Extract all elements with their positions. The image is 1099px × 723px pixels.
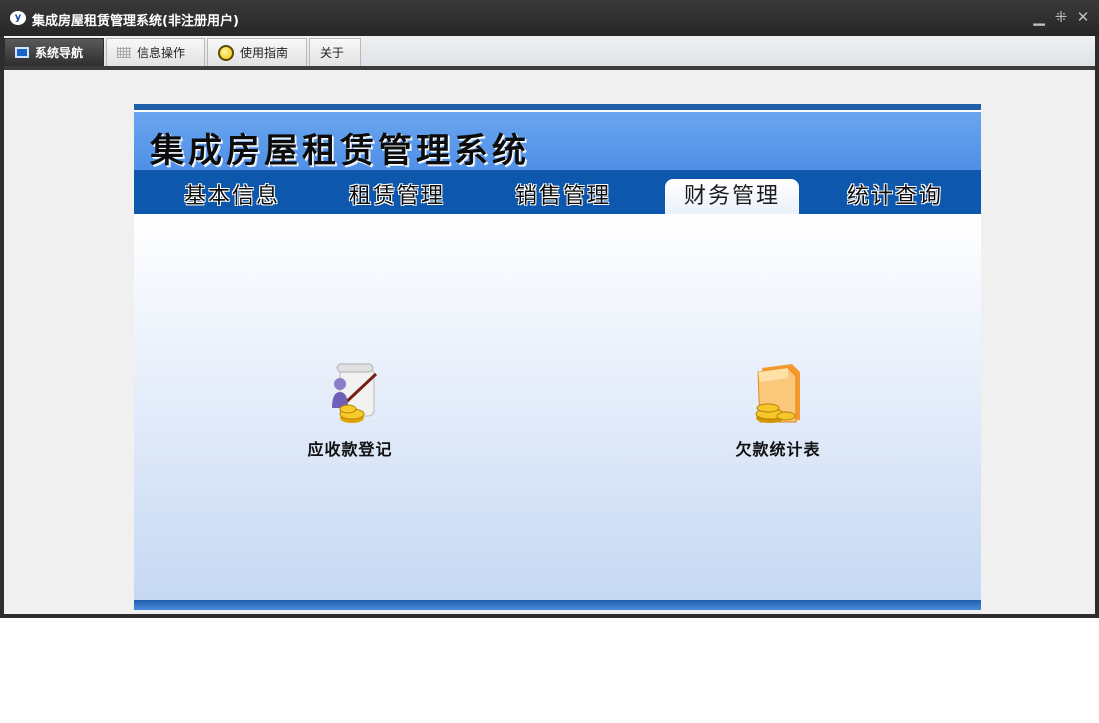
nav-item-rental-management[interactable]: 租赁管理	[330, 179, 464, 214]
panel-top-divider	[134, 104, 981, 110]
guide-icon	[218, 44, 234, 61]
arrears-report-button[interactable]: 欠款统计表	[713, 362, 843, 460]
monitor-icon	[15, 47, 29, 58]
tab-user-guide[interactable]: 使用指南	[207, 38, 307, 66]
receivable-register-button[interactable]: 应收款登记	[285, 362, 415, 460]
tab-system-navigation[interactable]: 系统导航	[4, 38, 104, 66]
tab-label: 系统导航	[35, 46, 84, 60]
tab-label: 使用指南	[240, 46, 289, 60]
tab-about[interactable]: 关于	[309, 38, 361, 66]
restore-icon[interactable]: ⁜	[1053, 8, 1069, 26]
system-banner: 集成房屋租赁管理系统	[134, 112, 981, 171]
grid-icon	[117, 47, 131, 58]
tab-info-operation[interactable]: 信息操作	[106, 38, 205, 66]
main-tab-bar: 系统导航 信息操作 使用指南 关于	[4, 36, 1095, 70]
title-bar[interactable]: y 集成房屋租赁管理系统(非注册用户) ▁ ⁜ ✕	[0, 0, 1099, 36]
nav-item-statistics-query[interactable]: 统计查询	[828, 179, 962, 214]
close-icon[interactable]: ✕	[1075, 8, 1091, 26]
window-title: 集成房屋租赁管理系统(非注册用户)	[32, 14, 239, 29]
action-label: 应收款登记	[307, 440, 393, 459]
nav-item-basic-info[interactable]: 基本信息	[165, 179, 299, 214]
module-content-area: 应收款登记 欠款统计表	[134, 214, 981, 600]
receivable-register-icon	[320, 362, 380, 426]
tab-label: 关于	[320, 46, 345, 60]
window-controls: ▁ ⁜ ✕	[1031, 8, 1091, 26]
ys-logo-icon: y	[10, 11, 26, 25]
panel-bottom-divider	[134, 600, 981, 610]
banner-title: 集成房屋租赁管理系统	[150, 131, 530, 171]
nav-item-sales-management[interactable]: 销售管理	[496, 179, 630, 214]
nav-item-finance-management[interactable]: 财务管理	[665, 179, 799, 214]
app-window: y 集成房屋租赁管理系统(非注册用户) ▁ ⁜ ✕ 系统导航 信息操作 使用指南…	[0, 0, 1099, 618]
navigation-panel: 集成房屋租赁管理系统 基本信息 租赁管理 销售管理 财务管理 统计查询 应收款登…	[134, 104, 981, 610]
tab-label: 信息操作	[137, 46, 186, 60]
minimize-icon[interactable]: ▁	[1031, 8, 1047, 26]
arrears-report-icon	[748, 362, 808, 426]
action-label: 欠款统计表	[735, 440, 821, 459]
module-nav-bar: 基本信息 租赁管理 销售管理 财务管理 统计查询	[134, 170, 981, 214]
